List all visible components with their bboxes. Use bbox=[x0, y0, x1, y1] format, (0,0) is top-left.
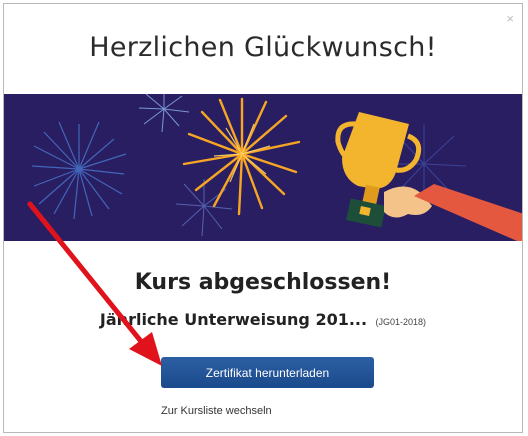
download-certificate-button[interactable]: Zertifikat herunterladen bbox=[161, 357, 374, 388]
dialog-title: Herzlichen Glückwunsch! bbox=[89, 32, 437, 63]
close-icon[interactable]: × bbox=[506, 12, 514, 25]
course-info: Jährliche Unterweisung 201... (JG01-2018… bbox=[4, 310, 522, 330]
celebration-banner bbox=[4, 94, 522, 241]
completion-heading: Kurs abgeschlossen! bbox=[134, 270, 392, 295]
course-complete-dialog: × Herzlichen Glückwunsch! Kurs abgeschlo… bbox=[3, 3, 523, 433]
fireworks-trophy-illustration bbox=[31, 94, 522, 241]
course-list-link[interactable]: Zur Kursliste wechseln bbox=[161, 405, 272, 417]
hand-icon bbox=[384, 184, 522, 241]
course-name: Jährliche Unterweisung 201... bbox=[99, 310, 368, 329]
blue-firework-top bbox=[138, 94, 190, 133]
blue-firework-left bbox=[31, 121, 127, 220]
course-code: (JG01-2018) bbox=[375, 317, 427, 327]
